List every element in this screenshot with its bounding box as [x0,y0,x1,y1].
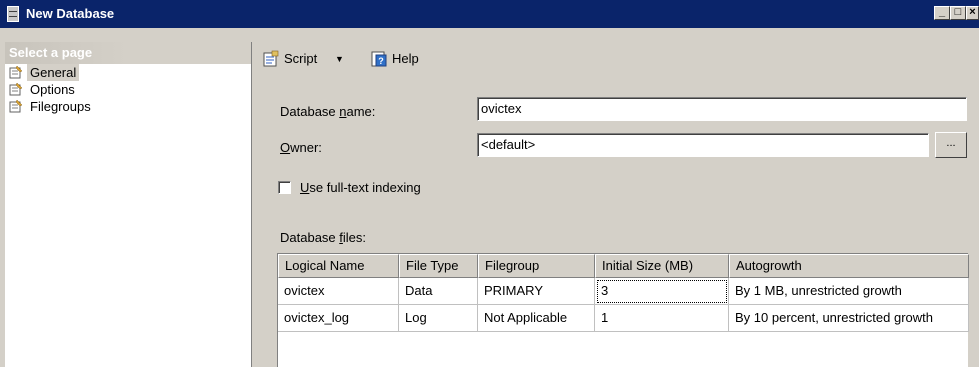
help-icon: ? [371,51,387,67]
cell-autogrowth[interactable]: By 1 MB, unrestricted growth [729,278,969,305]
owner-label: Owner: [280,140,322,155]
page-item-label: Options [30,82,75,97]
script-icon [263,50,279,67]
grid-header: Logical Name File Type Filegroup Initial… [278,254,969,278]
page-item-options[interactable]: Options [5,81,251,98]
title-bar[interactable]: New Database _ □ × [0,0,979,28]
page-selector-header: Select a page [5,42,251,64]
page-selector-panel: Select a page General Options Filegroups [5,42,252,367]
owner-browse-button[interactable]: ... [935,132,967,158]
fulltext-indexing-checkbox[interactable] [278,181,291,194]
column-header-autogrowth[interactable]: Autogrowth [729,254,969,278]
window-title: New Database [26,6,115,21]
help-button-label: Help [392,51,419,66]
script-button-label: Script [284,51,318,66]
database-name-label: Database name: [280,104,376,119]
maximize-button[interactable]: □ [950,6,966,20]
cell-logical-name[interactable]: ovictex_log [278,305,399,332]
page-item-general[interactable]: General [5,64,251,81]
page-wrench-icon [9,66,23,79]
cell-file-type[interactable]: Data [399,278,478,305]
database-files-label: Database files: [280,230,367,245]
new-database-dialog: New Database _ □ × Select a page General… [0,0,979,367]
fulltext-indexing-label: Use full-text indexing [300,180,421,195]
table-row[interactable]: ovictex Data PRIMARY 3 By 1 MB, unrestri… [278,278,969,305]
minimize-button[interactable]: _ [934,6,950,20]
cell-initial-size[interactable]: 3 [595,278,729,305]
close-button[interactable]: × [966,6,979,20]
database-files-grid[interactable]: Logical Name File Type Filegroup Initial… [277,253,969,367]
cell-filegroup[interactable]: Not Applicable [478,305,595,332]
cell-filegroup[interactable]: PRIMARY [478,278,595,305]
cell-initial-size[interactable]: 1 [595,305,729,332]
cell-logical-name[interactable]: ovictex [278,278,399,305]
page-wrench-icon [9,100,23,113]
database-name-input[interactable]: ovictex [477,97,967,121]
page-item-label: Filegroups [30,99,91,114]
column-header-filegroup[interactable]: Filegroup [478,254,595,278]
page-item-label: General [27,64,80,81]
column-header-file-type[interactable]: File Type [399,254,478,278]
page-item-filegroups[interactable]: Filegroups [5,98,251,115]
cell-autogrowth[interactable]: By 10 percent, unrestricted growth [729,305,969,332]
owner-input[interactable]: <default> [477,133,929,157]
column-header-initial-size[interactable]: Initial Size (MB) [595,254,729,278]
table-row[interactable]: ovictex_log Log Not Applicable 1 By 10 p… [278,305,969,332]
cell-file-type[interactable]: Log [399,305,478,332]
chevron-down-icon[interactable]: ▼ [335,49,344,69]
column-header-logical-name[interactable]: Logical Name [278,254,399,278]
svg-text:?: ? [378,56,384,66]
database-icon [7,6,19,22]
page-wrench-icon [9,83,23,96]
toolbar: Script ▼ ? Help [258,42,979,74]
